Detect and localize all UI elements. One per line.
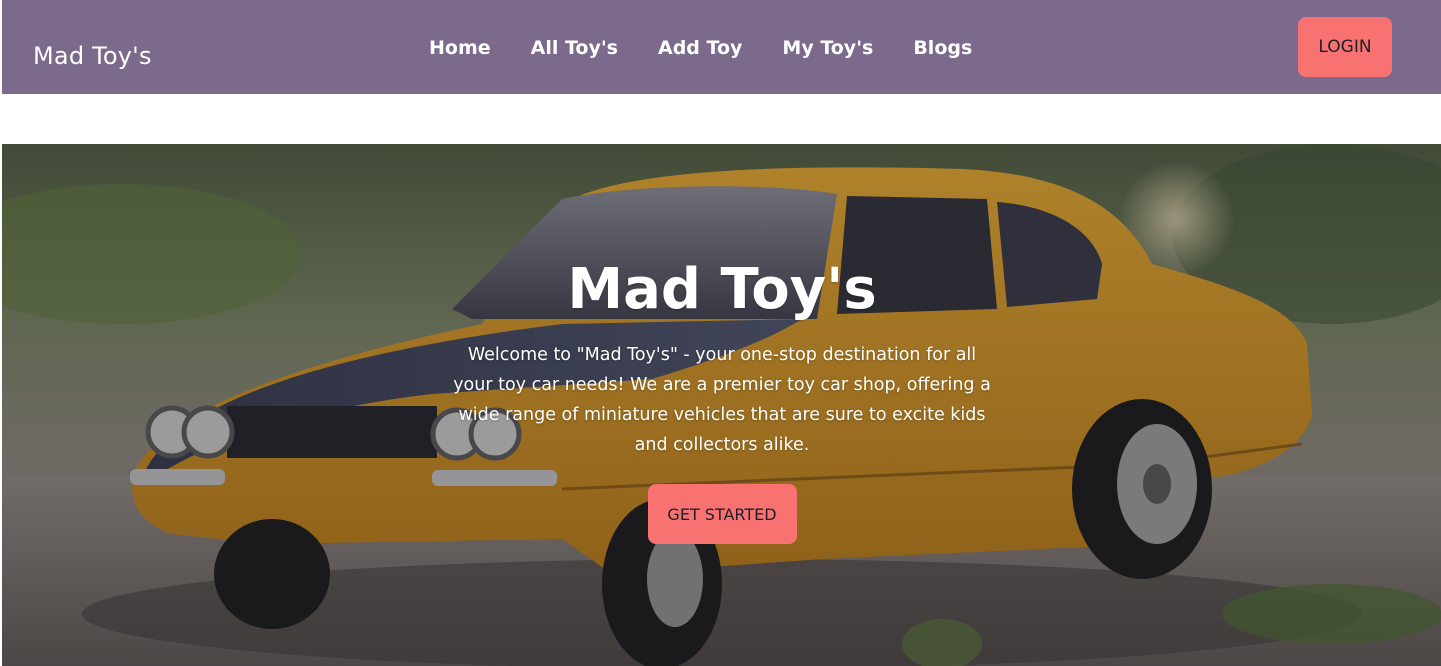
login-button[interactable]: LOGIN — [1298, 17, 1392, 77]
nav-link-blogs[interactable]: Blogs — [913, 34, 972, 62]
nav-link-add-toy[interactable]: Add Toy — [658, 34, 742, 62]
hero-content: Mad Toy's Welcome to "Mad Toy's" - your … — [442, 254, 1002, 544]
nav-link-home[interactable]: Home — [429, 34, 491, 62]
nav-link-all-toys[interactable]: All Toy's — [531, 34, 618, 62]
nav-link-my-toys[interactable]: My Toy's — [782, 34, 873, 62]
hero-description: Welcome to "Mad Toy's" - your one-stop d… — [453, 345, 991, 455]
get-started-button[interactable]: GET STARTED — [647, 484, 797, 544]
nav-links: Home All Toy's Add Toy My Toy's Blogs — [429, 34, 1012, 62]
hero-banner: Mad Toy's Welcome to "Mad Toy's" - your … — [2, 144, 1441, 666]
navbar: Mad Toy's Home All Toy's Add Toy My Toy'… — [2, 0, 1441, 94]
brand-logo[interactable]: Mad Toy's — [33, 40, 152, 72]
hero-title: Mad Toy's — [567, 257, 877, 322]
page: Mad Toy's Home All Toy's Add Toy My Toy'… — [0, 0, 1441, 666]
